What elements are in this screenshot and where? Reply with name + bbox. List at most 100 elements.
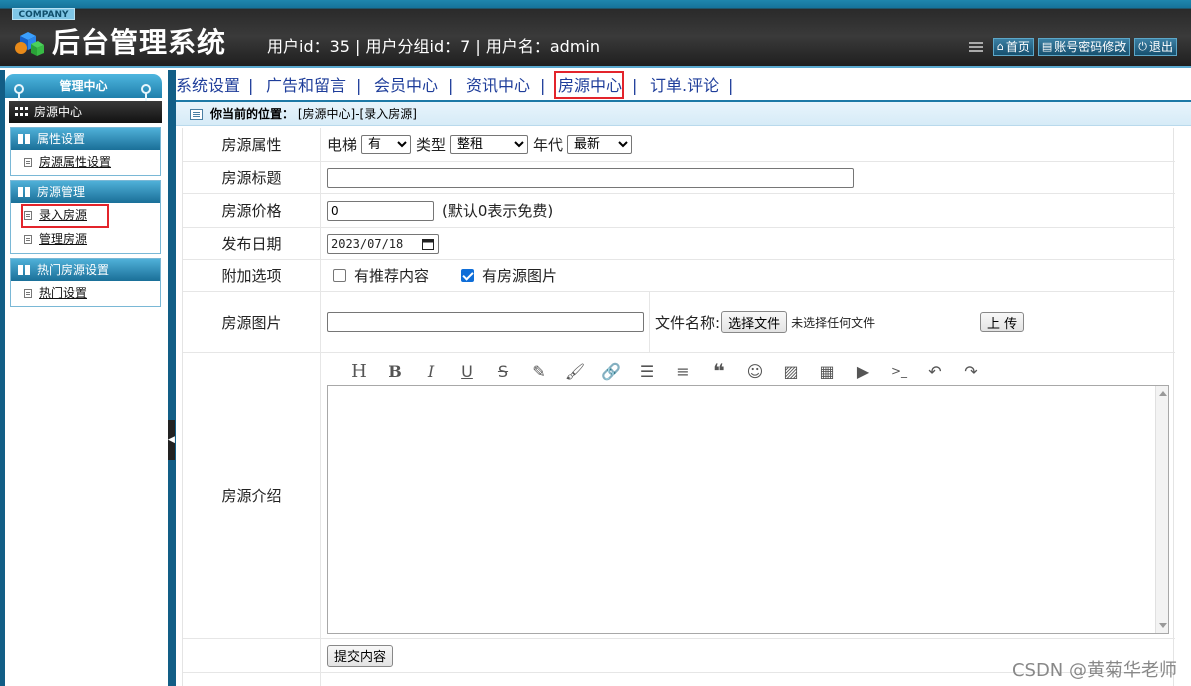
italic-icon[interactable]: I <box>413 361 449 381</box>
group-title: 房源管理 <box>37 185 86 199</box>
list-icon[interactable]: ☰ <box>629 361 665 381</box>
sidebar-item-hot-settings[interactable]: 热门设置 <box>11 281 160 305</box>
image-icon[interactable]: ▨ <box>773 361 809 381</box>
page-icon <box>24 158 32 167</box>
logo-icon <box>15 32 44 56</box>
calendar-icon[interactable] <box>422 238 434 250</box>
breadcrumb-label: 你当前的位置： <box>210 107 295 121</box>
brush-icon[interactable]: 🖌 <box>557 361 593 381</box>
video-icon[interactable]: ▶ <box>845 361 881 381</box>
bold-icon[interactable]: B <box>377 361 413 381</box>
header-actions: ⌂ 首页 ▤ 账号密码修改 ⏻ 退出 <box>968 38 1177 56</box>
title-label: 房源标题 <box>183 162 321 193</box>
title-input[interactable] <box>327 167 854 188</box>
align-icon[interactable]: ≡ <box>665 361 701 381</box>
nav-separator: | <box>728 76 734 95</box>
group-head-hot[interactable]: 热门房源设置 <box>11 259 160 281</box>
listing-form: 房源属性 电梯 有 类型 整租 年代 最新 房源标题 房源价格 (默认0表示免费… <box>182 128 1175 686</box>
era-select[interactable]: 最新 <box>567 135 633 154</box>
watermark: CSDN @黄菊华老师 <box>1011 660 1177 681</box>
undo-icon[interactable]: ↶ <box>917 361 953 381</box>
sidebar-section[interactable]: 房源中心 <box>9 101 162 123</box>
nav-item-system[interactable]: 系统设置 <box>176 76 240 96</box>
sidebar-item-label[interactable]: 热门设置 <box>39 286 87 300</box>
options-label: 附加选项 <box>183 260 321 291</box>
form-row-price: 房源价格 (默认0表示免费) <box>183 194 1175 228</box>
highlight-box <box>21 204 109 228</box>
top-nav: 系统设置 | 广告和留言 | 会员中心 | 资讯中心 | 房源中心 | 订单.评… <box>176 70 1191 100</box>
upload-button[interactable]: 上 传 <box>980 312 1025 332</box>
underline-icon[interactable]: U <box>449 361 485 381</box>
submit-label-cell <box>183 639 321 672</box>
cell-divider <box>649 292 650 352</box>
group-title: 热门房源设置 <box>37 263 110 277</box>
submit-button[interactable]: 提交内容 <box>327 644 394 667</box>
link-icon[interactable]: 🔗 <box>593 361 629 381</box>
power-icon: ⏻ <box>1138 40 1147 53</box>
highlight-box <box>554 71 624 99</box>
sidebar-title: 管理中心 <box>5 74 162 98</box>
breadcrumb: 你当前的位置： [房源中心]-[录入房源] <box>176 100 1191 126</box>
era-label: 年代 <box>533 136 564 154</box>
strikethrough-icon[interactable]: S <box>485 361 521 381</box>
nav-item-ads[interactable]: 广告和留言 <box>266 76 346 96</box>
image-path-input[interactable] <box>327 312 644 332</box>
recommend-checkbox[interactable] <box>333 269 346 282</box>
intro-label: 房源介绍 <box>183 353 321 638</box>
date-input[interactable]: 2023/07/18 <box>327 233 439 254</box>
date-text: 2023/07/18 <box>331 236 404 251</box>
highlight-icon[interactable]: ✎ <box>521 361 557 381</box>
price-label: 房源价格 <box>183 194 321 227</box>
options-value: 有推荐内容 有房源图片 <box>327 260 1175 291</box>
title-value <box>327 162 1175 193</box>
grip-icon <box>968 42 983 52</box>
group-head-attributes[interactable]: 属性设置 <box>11 128 160 150</box>
nav-separator: | <box>632 76 638 95</box>
nav-item-news[interactable]: 资讯中心 <box>466 76 530 96</box>
table-icon[interactable]: ▦ <box>809 361 845 381</box>
attributes-label: 房源属性 <box>183 128 321 161</box>
document-icon: ▤ <box>1041 40 1053 53</box>
page-icon <box>24 289 32 298</box>
book-icon <box>18 134 30 144</box>
company-badge: COMPANY <box>12 8 75 20</box>
group-title: 属性设置 <box>37 132 86 146</box>
nav-item-orders[interactable]: 订单.评论 <box>650 76 719 96</box>
logout-label: 退出 <box>1148 40 1173 54</box>
quote-icon[interactable]: ❝ <box>701 359 737 383</box>
recommend-label: 有推荐内容 <box>354 267 430 285</box>
group-head-listings[interactable]: 房源管理 <box>11 181 160 203</box>
form-row-title: 房源标题 <box>183 162 1175 194</box>
home-button[interactable]: ⌂ 首页 <box>992 38 1034 56</box>
editor-scrollbar[interactable] <box>1155 386 1168 633</box>
sidebar-item-attr-settings[interactable]: 房源属性设置 <box>11 150 160 174</box>
image-value: 文件名称: 选择文件 未选择任何文件 上 传 <box>327 292 1175 352</box>
form-row-intro: 房源介绍 H B I U S ✎ 🖌 🔗 ☰ ≡ ❝ ☺ ▨ ▦ ▶ >_ ↶ … <box>183 353 1175 639</box>
sidebar-item-label[interactable]: 管理房源 <box>39 232 87 246</box>
nav-item-members[interactable]: 会员中心 <box>374 76 438 96</box>
change-password-button[interactable]: ▤ 账号密码修改 <box>1037 38 1131 56</box>
emoji-icon[interactable]: ☺ <box>737 361 773 381</box>
app-header: COMPANY 后台管理系统 用户id：35 | 用户分组id：7 | 用户名：… <box>0 0 1191 68</box>
code-icon[interactable]: >_ <box>881 361 917 381</box>
form-row-attributes: 房源属性 电梯 有 类型 整租 年代 最新 <box>183 128 1175 162</box>
heading-icon[interactable]: H <box>341 361 377 382</box>
price-input[interactable] <box>327 200 434 221</box>
menu-group-hot: 热门房源设置 热门设置 <box>10 258 161 307</box>
sidebar-item-label[interactable]: 房源属性设置 <box>39 155 111 169</box>
nav-separator: | <box>540 76 546 95</box>
sidebar-item-manage-listings[interactable]: 管理房源 <box>11 227 160 251</box>
date-label: 发布日期 <box>183 228 321 259</box>
images-checkbox[interactable] <box>461 269 475 282</box>
logout-button[interactable]: ⏻ 退出 <box>1134 38 1177 56</box>
list-icon <box>190 109 203 120</box>
price-hint: (默认0表示免费) <box>442 202 554 220</box>
type-select[interactable]: 整租 <box>450 135 529 154</box>
redo-icon[interactable]: ↷ <box>953 361 989 381</box>
choose-file-button[interactable]: 选择文件 <box>721 311 788 333</box>
collapse-sidebar-button[interactable]: ◀ <box>168 420 175 460</box>
page-icon <box>24 235 32 244</box>
intro-editor[interactable] <box>327 385 1169 634</box>
elevator-select[interactable]: 有 <box>361 135 412 154</box>
images-label: 有房源图片 <box>482 267 558 285</box>
